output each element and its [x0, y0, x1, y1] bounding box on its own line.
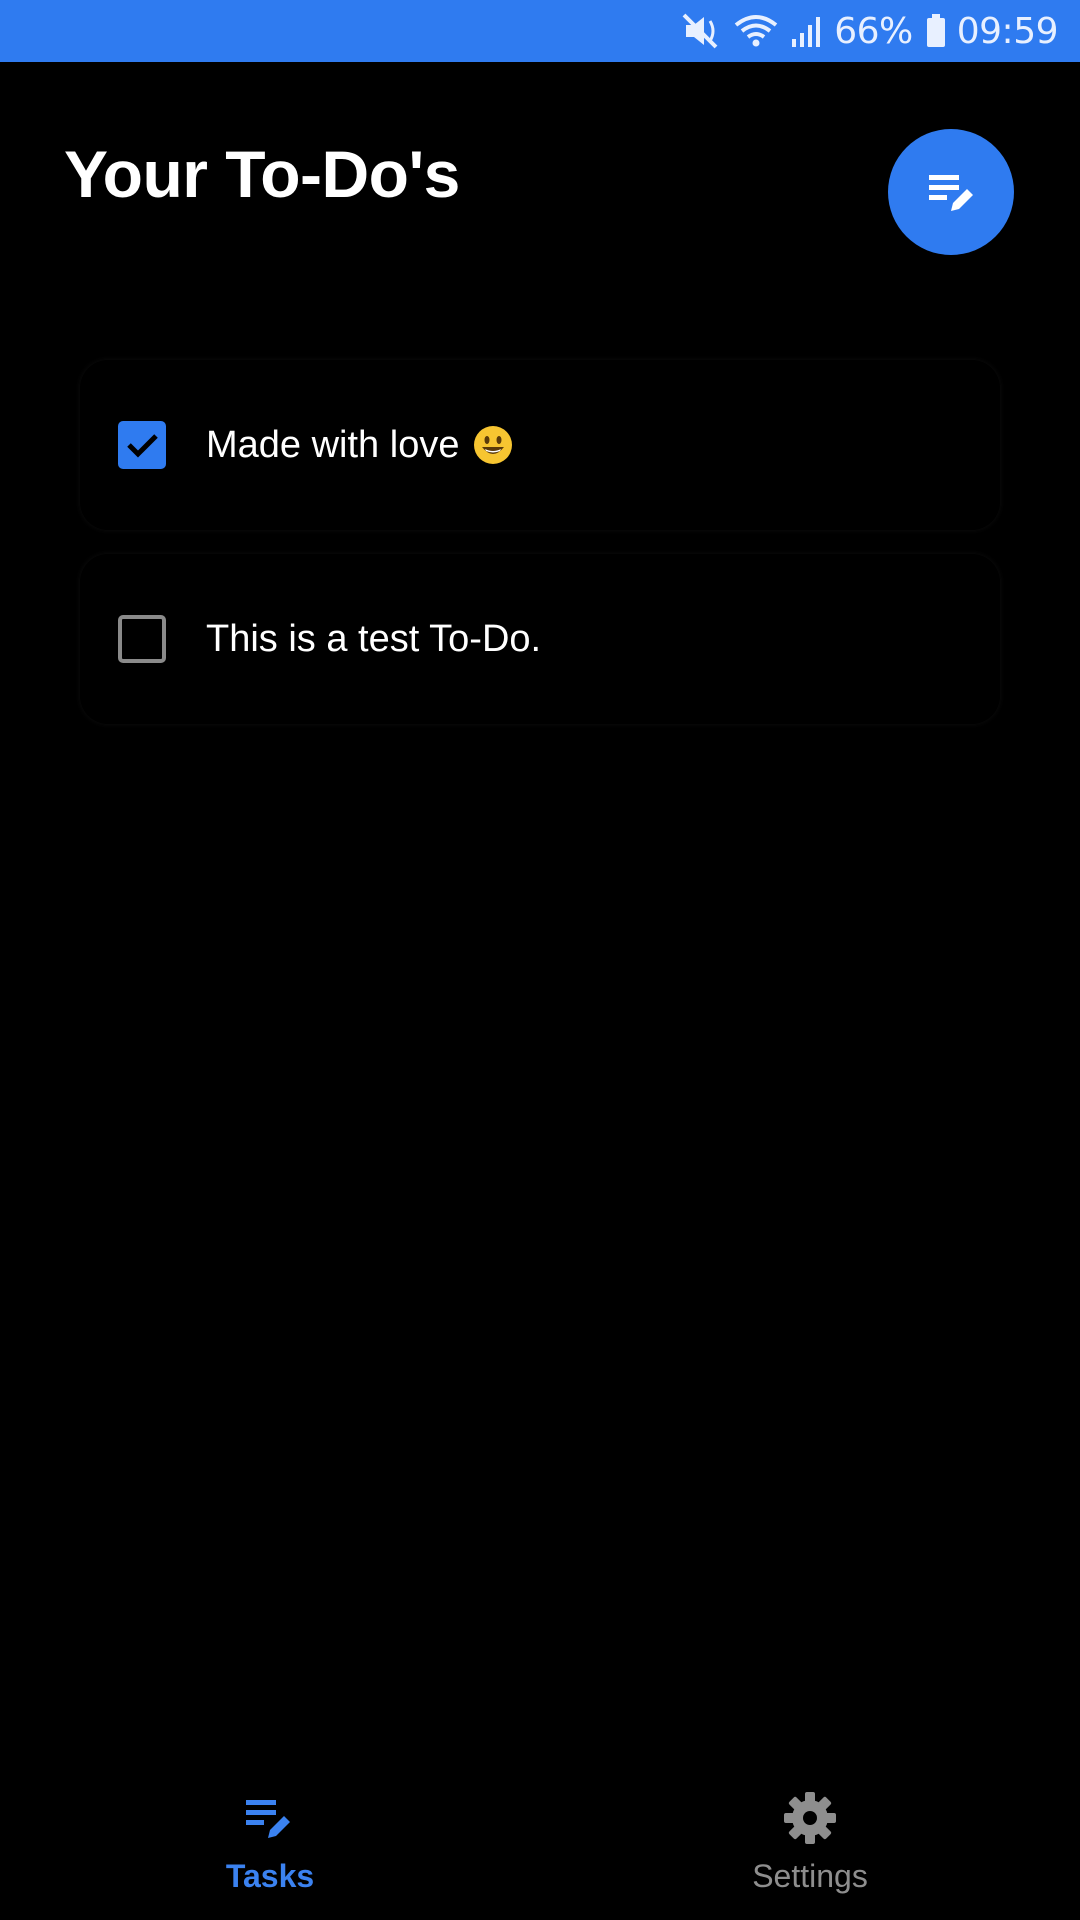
clock: 09:59 — [956, 10, 1059, 52]
battery-percent: 66% — [834, 10, 913, 52]
signal-icon — [790, 11, 824, 51]
nav-tab-tasks[interactable]: Tasks — [0, 1760, 540, 1920]
nav-label-tasks: Tasks — [225, 1858, 315, 1894]
battery-icon — [925, 11, 947, 51]
todo-checkbox-unchecked[interactable] — [118, 615, 166, 663]
bottom-navigation: Tasks Settings — [0, 1760, 1080, 1920]
todo-text: Made with love — [206, 424, 513, 467]
todo-item[interactable]: This is a test To-Do. — [80, 554, 1000, 724]
todo-item[interactable]: Made with love — [80, 360, 1000, 530]
wifi-icon — [734, 11, 778, 51]
gear-icon — [782, 1790, 838, 1846]
app-screen: 66% 09:59 Your To-Do's Made with love Th… — [0, 0, 1080, 1920]
mute-icon — [682, 11, 722, 51]
nav-label-settings: Settings — [752, 1858, 868, 1894]
todo-label: Made with love — [206, 423, 460, 466]
nav-tab-settings[interactable]: Settings — [540, 1760, 1080, 1920]
check-icon — [127, 434, 158, 458]
edit-list-icon — [242, 1790, 298, 1846]
todo-label: This is a test To-Do. — [206, 617, 542, 660]
task-list: Made with love This is a test To-Do. — [80, 360, 1000, 748]
page-title: Your To-Do's — [64, 137, 460, 211]
status-bar: 66% 09:59 — [0, 0, 1080, 62]
edit-list-icon — [923, 163, 979, 222]
smiley-emoji-icon — [473, 425, 513, 465]
todo-checkbox-checked[interactable] — [118, 421, 166, 469]
add-todo-button[interactable] — [888, 129, 1014, 255]
todo-text: This is a test To-Do. — [206, 618, 541, 661]
